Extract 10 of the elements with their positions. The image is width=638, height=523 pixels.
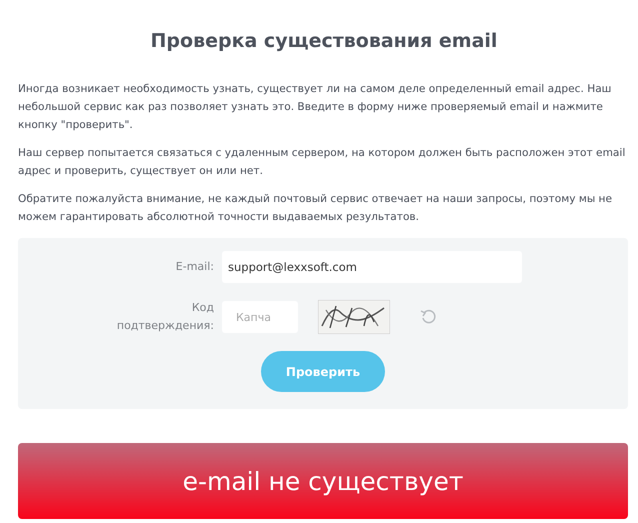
refresh-icon[interactable] (420, 308, 438, 326)
captcha-field[interactable]: Капча (222, 301, 298, 333)
email-label: E-mail: (174, 259, 214, 275)
result-banner: e-mail не существует (18, 443, 628, 519)
code-label: Код подтверждения: (116, 300, 214, 334)
description-paragraph: Обратите пожалуйста внимание, не каждый почтовый сервис отвечает на наши запросы, поэтому мы не можем гарантировать абсолютной точности выдаваемых результатов. (18, 192, 614, 225)
description-paragraph: Иногда возникает необходимость узнать, существует ли на самом деле определенный email адрес. Наш небольшой сервис как раз позволяет узнать это. Введите в форму ниже проверяемый email и нажмите кнопку "проверить". (18, 82, 612, 133)
email-field[interactable]: support@lexxsoft.com (222, 251, 522, 283)
description-paragraph: Наш сервер попытается связаться с удаленным сервером, на котором должен быть расположен этот email адрес и проверить, существует он или нет. (18, 146, 626, 179)
page-title: Проверка существования email (150, 29, 498, 52)
